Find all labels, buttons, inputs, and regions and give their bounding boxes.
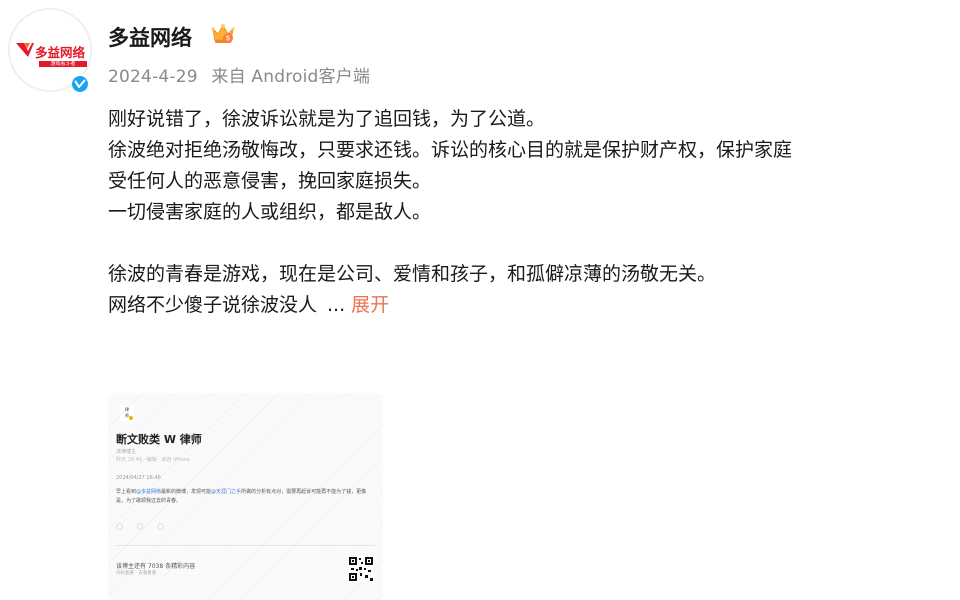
author-name[interactable]: 多益网络: [108, 22, 192, 52]
thumb-subtitle: 法律博主: [116, 449, 137, 455]
content-gap: [108, 228, 958, 259]
thumb-action-icons: ◯ ◯ ◯: [116, 523, 170, 530]
thumb-link-1: @多益网络: [136, 489, 162, 495]
attached-image[interactable]: 律 师 断文败类 W 律师 法律博主 昨天 18:46 · 编辑 · 来自 iP…: [108, 393, 383, 600]
content-line: 刚好说错了，徐波诉讼就是为了追回钱，为了公道。: [108, 108, 546, 130]
post-source: 来自 Android客户端: [211, 67, 371, 87]
thumb-divider: [116, 545, 375, 546]
thumb-author-avatar-icon: 律 师: [120, 405, 134, 421]
avatar-brand-subtext: 游戏看斗者: [39, 61, 87, 67]
avatar-brand-text: 多益网络: [35, 45, 86, 60]
content-truncated-text: 网络不少傻子说徐波没人: [108, 294, 318, 316]
content-line: 一切侵害家庭的人或组织，都是敌人。: [108, 201, 432, 223]
thumb-link-2: @天涯门之手: [211, 489, 242, 495]
thumb-paragraph: 早上看到@多益网络最新的微博，发现可能@天涯门之手所做的分析有点对，需要再起诉可…: [116, 488, 371, 506]
content-line: 徐波绝对拒绝汤敬悔改，只要求还钱。诉讼的核心目的就是保护财产权，保护家庭: [108, 139, 793, 161]
content-last-line: 网络不少傻子说徐波没人... 展开: [108, 290, 958, 321]
thumb-para-mid: 最新的微博，发现可能: [161, 489, 212, 495]
thumb-meta: 昨天 18:46 · 编辑 · 来自 iPhone: [116, 457, 191, 463]
svg-text:师: 师: [125, 412, 129, 418]
verified-badge-icon: [70, 74, 90, 94]
ellipsis: ...: [327, 294, 346, 316]
post-date[interactable]: 2024-4-29: [108, 67, 198, 87]
content-line: 受任何人的恶意侵害，挽回家庭损失。: [108, 170, 432, 192]
qr-code-icon: [348, 556, 374, 582]
thumb-para-prefix: 早上看到: [116, 489, 137, 495]
svg-text:5: 5: [226, 36, 230, 43]
post-content: 刚好说错了，徐波诉讼就是为了追回钱，为了公道。 徐波绝对拒绝汤敬悔改，只要求还钱…: [108, 104, 958, 321]
thumb-title: 断文败类 W 律师: [116, 433, 202, 446]
thumb-date: 2024/04/27 16:46: [116, 475, 161, 481]
content-line: 徐波的青春是游戏，现在是公司、爱情和孩子，和孤僻凉薄的汤敬无关。: [108, 263, 717, 285]
thumb-cta-sub: 扫码查看 · 去看看看: [116, 571, 157, 576]
svg-text:律: 律: [125, 406, 129, 412]
thumb-cta: 该博主还有 7038 条精彩内容: [116, 563, 196, 570]
post-meta: 2024-4-29 来自 Android客户端: [108, 62, 378, 87]
crown-level-icon[interactable]: 5: [210, 22, 236, 46]
expand-link[interactable]: 展开: [351, 294, 389, 316]
